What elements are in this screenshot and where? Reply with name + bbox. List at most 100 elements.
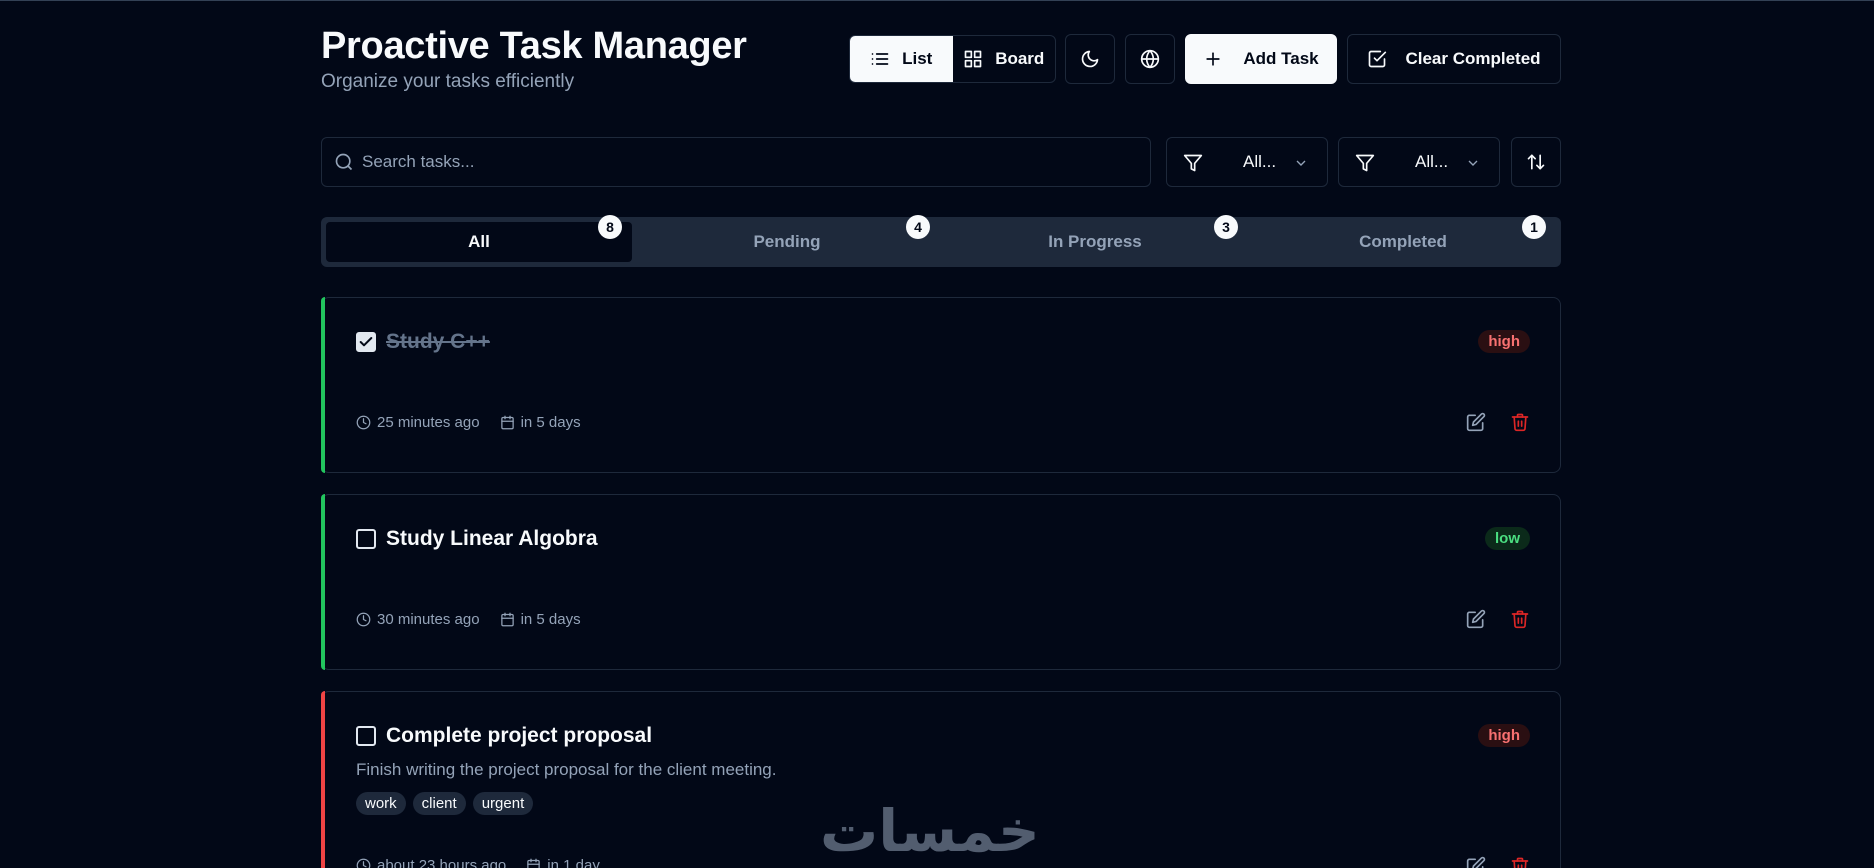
sort-icon — [1527, 154, 1545, 170]
list-icon — [871, 53, 889, 65]
tab-label: All — [468, 232, 490, 251]
task-actions — [1466, 412, 1530, 437]
theme-toggle-button[interactable] — [1065, 34, 1115, 84]
tab-all[interactable]: All 8 — [326, 215, 632, 262]
task-checkbox[interactable] — [356, 529, 376, 549]
calendar-icon — [527, 858, 541, 868]
task-card: Study C++ high 25 minutes ago in 5 days — [321, 297, 1561, 473]
tab-completed[interactable]: Completed 1 — [1250, 215, 1556, 262]
tag: urgent — [472, 792, 534, 815]
created-label: 25 minutes ago — [377, 414, 480, 431]
edit-icon — [1466, 856, 1486, 868]
task-description: Finish writing the project proposal for … — [356, 760, 777, 779]
task-meta: 25 minutes ago in 5 days — [356, 414, 581, 431]
status-accent-bar — [321, 494, 325, 670]
priority-badge: low — [1485, 527, 1530, 550]
tab-label: In Progress — [1048, 232, 1142, 251]
created-time: 25 minutes ago — [356, 414, 480, 431]
created-time: 30 minutes ago — [356, 611, 480, 628]
add-task-label: Add Task — [1243, 49, 1319, 68]
edit-button[interactable] — [1466, 412, 1486, 437]
trash-icon — [1511, 857, 1529, 868]
status-tabs: All 8 Pending 4 In Progress 3 Completed … — [321, 215, 1561, 267]
tag: work — [356, 792, 406, 815]
due-date: in 5 days — [500, 611, 581, 628]
status-filter-value: All... — [1243, 152, 1277, 171]
tag: client — [412, 792, 466, 815]
tab-label: Pending — [753, 232, 821, 251]
due-date: in 5 days — [500, 414, 581, 431]
tab-count-badge: 1 — [1522, 215, 1546, 239]
priority-filter-value: All... — [1415, 152, 1449, 171]
task-meta: 30 minutes ago in 5 days — [356, 611, 581, 628]
moon-icon — [1081, 50, 1099, 68]
trash-icon — [1511, 610, 1529, 629]
clear-completed-label: Clear Completed — [1405, 49, 1541, 68]
created-label: about 23 hours ago — [377, 857, 507, 868]
task-checkbox[interactable] — [356, 726, 376, 746]
priority-filter-select[interactable]: All... — [1338, 137, 1500, 187]
task-title: Study Linear Algobra — [386, 527, 598, 550]
search-field[interactable] — [321, 137, 1151, 187]
delete-button[interactable] — [1510, 609, 1530, 634]
task-actions — [1466, 856, 1530, 868]
edit-button[interactable] — [1466, 609, 1486, 634]
tab-in-progress[interactable]: In Progress 3 — [942, 215, 1248, 262]
task-meta: about 23 hours ago in 1 day — [356, 857, 600, 868]
view-board-button[interactable]: Board — [953, 36, 1056, 82]
globe-icon — [1140, 49, 1160, 69]
search-input[interactable] — [362, 138, 1122, 186]
clear-completed-button[interactable]: Clear Completed — [1347, 34, 1561, 84]
task-checkbox[interactable] — [356, 332, 376, 352]
chevron-down-icon — [1468, 160, 1478, 166]
task-tags: work client urgent — [356, 792, 534, 815]
task-actions — [1466, 609, 1530, 634]
due-label: in 5 days — [520, 414, 581, 431]
priority-badge: high — [1478, 724, 1530, 747]
tab-count-badge: 3 — [1214, 215, 1238, 239]
tab-label: Completed — [1359, 232, 1447, 251]
edit-icon — [1466, 412, 1486, 432]
page-subtitle: Organize your tasks efficiently — [321, 71, 575, 92]
calendar-icon — [500, 415, 514, 430]
status-accent-bar — [321, 297, 325, 473]
tab-pending[interactable]: Pending 4 — [634, 215, 940, 262]
view-board-label: Board — [995, 49, 1045, 68]
created-label: 30 minutes ago — [377, 611, 480, 628]
calendar-icon — [500, 612, 514, 627]
plus-icon — [1206, 52, 1221, 66]
edit-icon — [1466, 609, 1486, 629]
checkbox-icon — [359, 337, 373, 347]
delete-button[interactable] — [1510, 856, 1530, 868]
search-icon — [335, 153, 353, 171]
tab-count-badge: 4 — [906, 215, 930, 239]
due-date: in 1 day — [526, 857, 600, 868]
trash-icon — [1511, 413, 1529, 432]
grid-icon — [964, 50, 982, 68]
check-square-icon — [1369, 50, 1387, 68]
task-card: Study Linear Algobra low 30 minutes ago … — [321, 494, 1561, 670]
task-title: Complete project proposal — [386, 724, 653, 747]
clock-icon — [356, 415, 371, 430]
sort-button[interactable] — [1511, 137, 1561, 187]
edit-button[interactable] — [1466, 856, 1486, 868]
priority-badge: high — [1478, 330, 1530, 353]
status-accent-bar — [321, 691, 325, 868]
header: Proactive Task Manager Organize your tas… — [321, 23, 1561, 103]
clock-icon — [356, 612, 371, 627]
clock-icon — [356, 858, 371, 868]
created-time: about 23 hours ago — [356, 857, 506, 868]
add-task-button[interactable]: Add Task — [1185, 34, 1337, 84]
tab-count-badge: 8 — [598, 215, 622, 239]
page-title: Proactive Task Manager — [321, 25, 747, 67]
due-label: in 1 day — [547, 857, 600, 868]
language-button[interactable] — [1125, 34, 1175, 84]
view-toggle: List Board — [849, 35, 1056, 83]
status-filter-select[interactable]: All... — [1166, 137, 1328, 187]
view-list-button[interactable]: List — [850, 36, 953, 82]
chevron-down-icon — [1296, 160, 1306, 166]
delete-button[interactable] — [1510, 412, 1530, 437]
task-title: Study C++ — [386, 330, 490, 353]
due-label: in 5 days — [520, 611, 581, 628]
watermark-logo: خمسات — [820, 797, 1040, 865]
